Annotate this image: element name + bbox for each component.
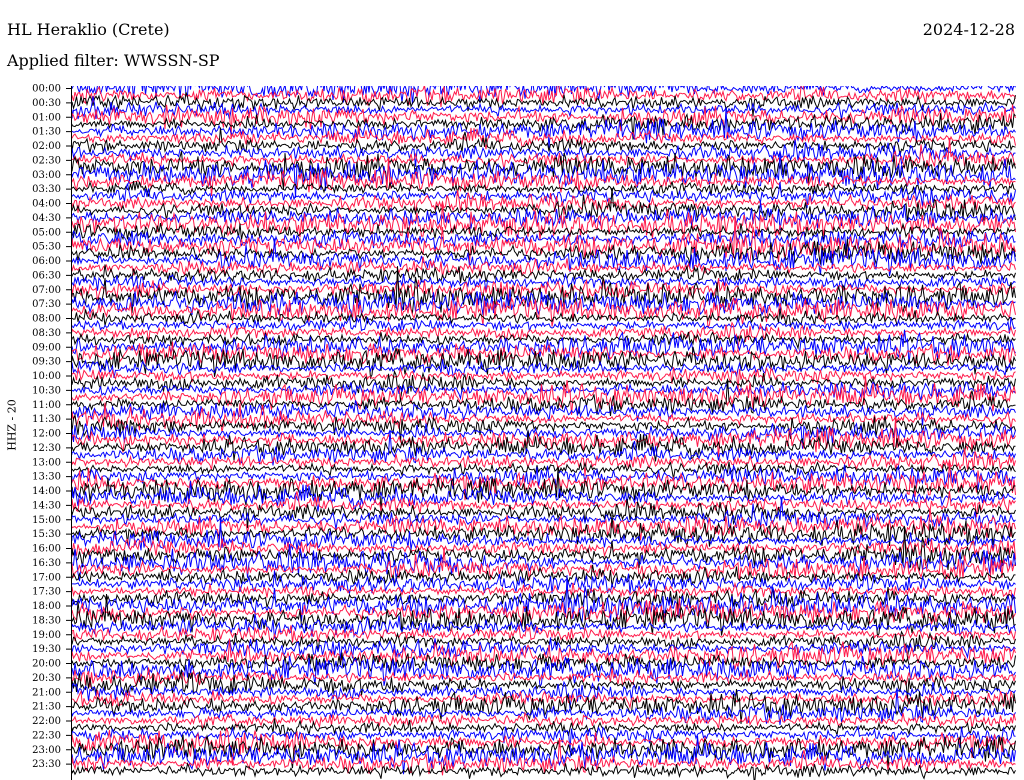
time-tick-label: 03:00: [32, 170, 61, 181]
time-tick-label: 11:30: [32, 414, 61, 425]
time-tick-label: 12:30: [32, 443, 61, 454]
time-tick-label: 17:30: [32, 587, 61, 598]
time-tick-label: 14:30: [32, 500, 61, 511]
time-tick-label: 13:30: [32, 472, 61, 483]
time-tick-label: 22:30: [32, 730, 61, 741]
time-tick-group: 00:00 00:30 01:00 01:30 02:00 02:30 03:00 03:30…: [32, 84, 71, 770]
seismic-trace: [72, 296, 1016, 330]
time-tick-label: 15:00: [32, 515, 61, 526]
time-tick-label: 11:00: [32, 400, 61, 411]
time-tick-label: 08:00: [32, 314, 61, 325]
time-tick-label: 07:30: [32, 299, 61, 310]
seismic-trace: [72, 366, 1016, 391]
seismic-trace: [72, 202, 1016, 231]
time-tick-label: 05:00: [32, 227, 61, 238]
seismic-trace: [72, 158, 1016, 196]
time-tick-label: 19:30: [32, 644, 61, 655]
time-tick-label: 01:00: [32, 112, 61, 123]
time-tick-label: 10:30: [32, 385, 61, 396]
time-tick-label: 21:30: [32, 702, 61, 713]
time-tick-label: 23:00: [32, 745, 61, 756]
time-tick-label: 15:30: [32, 529, 61, 540]
time-tick-label: 18:00: [32, 601, 61, 612]
time-tick-label: 04:00: [32, 199, 61, 210]
time-tick-label: 20:00: [32, 659, 61, 670]
time-tick-label: 16:30: [32, 558, 61, 569]
time-tick-label: 06:00: [32, 256, 61, 267]
seismic-trace: [72, 201, 1016, 241]
time-tick-label: 09:30: [32, 357, 61, 368]
time-tick-label: 14:00: [32, 486, 61, 497]
time-tick-label: 20:30: [32, 673, 61, 684]
time-tick-label: 09:00: [32, 342, 61, 353]
time-tick-label: 17:00: [32, 572, 61, 583]
time-tick-label: 07:00: [32, 285, 61, 296]
time-tick-label: 10:00: [32, 371, 61, 382]
time-tick-label: 02:00: [32, 141, 61, 152]
time-tick-label: 19:00: [32, 630, 61, 641]
trace-group: [72, 86, 1016, 780]
time-tick-label: 01:30: [32, 127, 61, 138]
time-tick-label: 21:00: [32, 687, 61, 698]
time-tick-label: 08:30: [32, 328, 61, 339]
time-tick-label: 03:30: [32, 184, 61, 195]
time-tick-label: 06:30: [32, 270, 61, 281]
time-tick-label: 02:30: [32, 155, 61, 166]
time-tick-label: 23:30: [32, 759, 61, 770]
time-tick-label: 13:00: [32, 457, 61, 468]
time-tick-label: 05:30: [32, 242, 61, 253]
time-tick-label: 00:30: [32, 98, 61, 109]
time-tick-label: 18:30: [32, 615, 61, 626]
seismogram-plot: 00:00 00:30 01:00 01:30 02:00 02:30 03:00 03:30…: [32, 84, 1016, 780]
time-tick-label: 12:00: [32, 429, 61, 440]
time-tick-label: 16:00: [32, 544, 61, 555]
time-tick-label: 00:00: [32, 84, 61, 95]
seismic-trace: [72, 238, 1016, 277]
time-tick-label: 22:00: [32, 716, 61, 727]
time-tick-label: 04:30: [32, 213, 61, 224]
